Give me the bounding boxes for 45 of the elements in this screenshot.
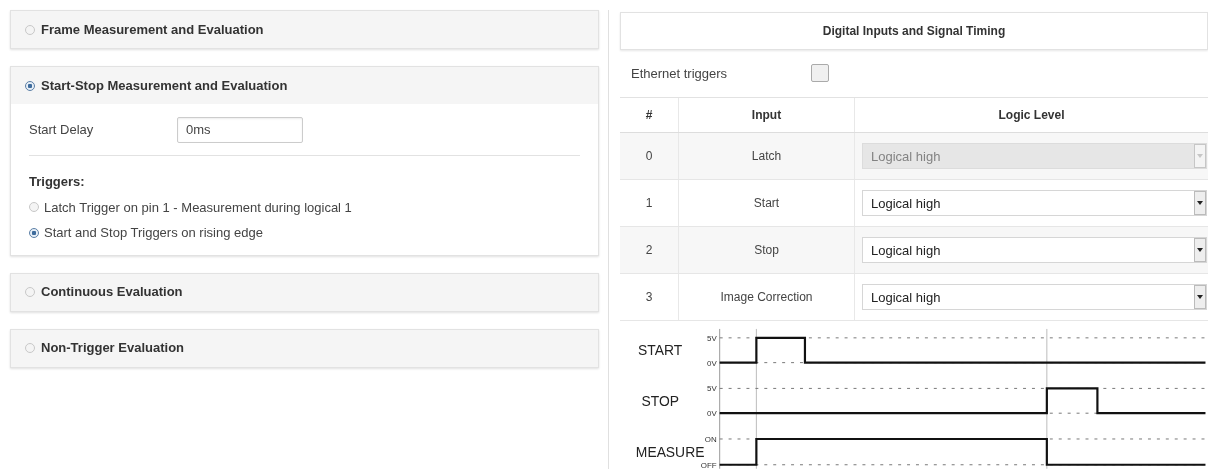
signal-name: STOP: [641, 393, 679, 410]
section-header[interactable]: Start-Stop Measurement and Evaluation: [11, 67, 598, 104]
tick-label: 0V: [707, 409, 717, 419]
table-cell: 1: [620, 180, 679, 227]
tick-label: 0V: [707, 358, 717, 368]
section-header[interactable]: Non-Trigger Evaluation: [11, 329, 598, 367]
tick-label: OFF: [700, 461, 717, 469]
start-delay-field[interactable]: 0ms: [177, 116, 303, 143]
radio-icon[interactable]: [25, 287, 35, 297]
tick-label: 5V: [707, 334, 717, 344]
section-title: Continuous Evaluation: [41, 283, 183, 302]
radio-icon[interactable]: [25, 80, 35, 91]
table-cell: Stop: [679, 227, 855, 274]
radio-icon[interactable]: [29, 202, 39, 213]
panel-title: Digital Inputs and Signal Timing: [822, 22, 1006, 40]
section-title: Non-Trigger Evaluation: [41, 339, 184, 358]
triggers-label: Triggers:: [29, 173, 86, 191]
trigger-option-label[interactable]: Latch Trigger on pin 1 - Measurement during logical 1: [44, 197, 352, 217]
table-cell: Latch: [679, 133, 855, 180]
tick-label: 5V: [707, 384, 717, 394]
signal-name: MEASURE: [635, 444, 705, 461]
ethernet-triggers-label: Ethernet triggers: [631, 64, 729, 83]
radio-icon[interactable]: [25, 343, 35, 353]
column-header: #: [620, 98, 679, 133]
checkbox[interactable]: [811, 64, 829, 83]
section-header[interactable]: Frame Measurement and Evaluation: [11, 11, 598, 48]
logic-level-dropdown[interactable]: Logical high: [862, 190, 1207, 217]
radio-icon[interactable]: [25, 24, 35, 35]
section-header[interactable]: Continuous Evaluation: [11, 273, 598, 311]
column-header: Logic Level: [997, 107, 1066, 125]
table-cell: Start: [679, 180, 855, 227]
section-title: Frame Measurement and Evaluation: [41, 20, 264, 39]
table-cell: Image Correction: [679, 274, 855, 321]
logic-level-dropdown[interactable]: Logical high: [862, 237, 1207, 264]
logic-level-dropdown[interactable]: Logical high: [862, 284, 1207, 311]
signal-name: START: [638, 342, 683, 359]
column-header: Input: [679, 98, 855, 133]
radio-icon[interactable]: [29, 227, 39, 238]
tick-label: ON: [704, 435, 717, 445]
start-delay-label: Start Delay: [29, 120, 95, 139]
table-cell: 3: [620, 274, 679, 321]
table-cell: 0: [620, 133, 679, 180]
table-cell: 2: [620, 227, 679, 274]
section-title: Start-Stop Measurement and Evaluation: [41, 76, 288, 95]
trigger-option-label[interactable]: Start and Stop Triggers on rising edge: [44, 223, 263, 243]
